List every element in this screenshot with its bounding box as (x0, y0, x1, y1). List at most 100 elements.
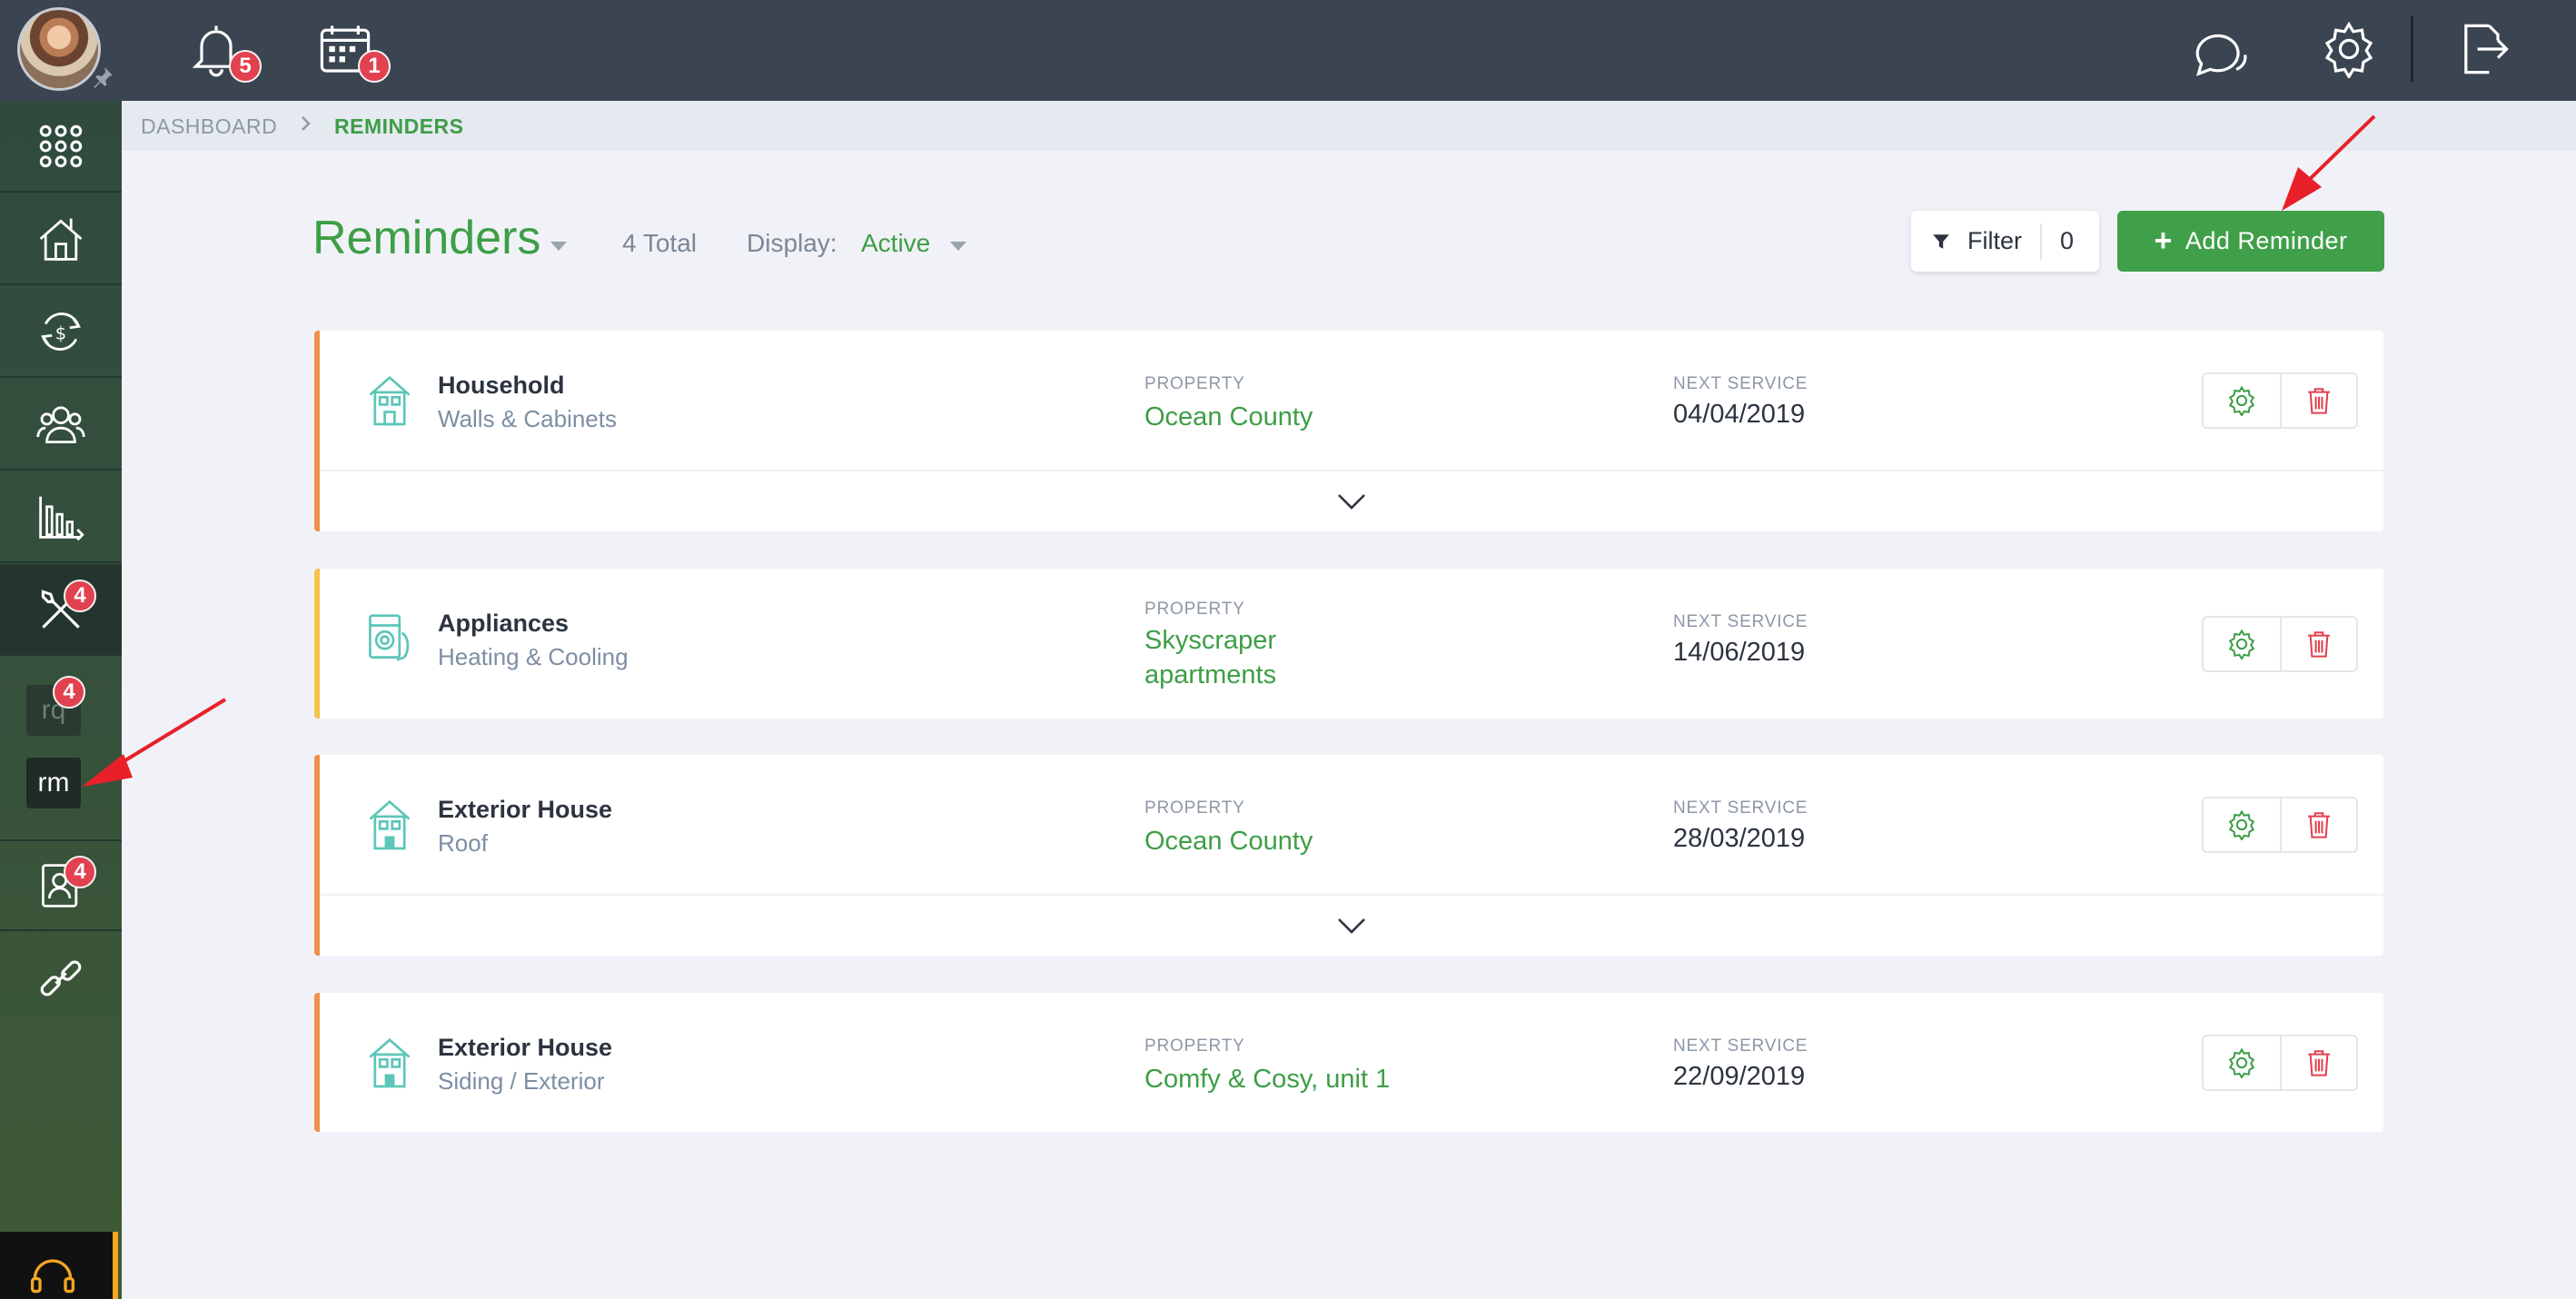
next-service-label: NEXT SERVICE (1673, 798, 1808, 818)
total-count: 4 Total (622, 229, 697, 257)
notifications-badge: 5 (229, 50, 262, 83)
settings-button[interactable] (2204, 618, 2280, 670)
reminder-actions (2202, 372, 2358, 429)
trash-icon (2308, 388, 2330, 414)
property-link[interactable]: Ocean County (1144, 824, 1381, 858)
display-caret-icon[interactable] (948, 240, 968, 253)
house-icon (39, 218, 83, 261)
next-service-label: NEXT SERVICE (1673, 1036, 1808, 1056)
nav-properties[interactable] (0, 193, 122, 285)
pin-icon[interactable] (91, 65, 114, 89)
delete-button[interactable] (2279, 1036, 2356, 1089)
nav-sub-rm[interactable]: rm (26, 758, 81, 808)
title-caret-icon[interactable] (549, 240, 569, 253)
maintenance-badge: 4 (64, 580, 96, 612)
page-title[interactable]: Reminders (312, 211, 540, 265)
logout-icon[interactable] (2454, 20, 2512, 78)
people-icon (36, 405, 85, 443)
reminder-card[interactable]: Exterior House Roof PROPERTY Ocean Count… (314, 755, 2383, 956)
reminder-actions (2202, 797, 2358, 853)
next-service-label: NEXT SERVICE (1673, 374, 1808, 393)
nav-links[interactable] (0, 932, 122, 1024)
expand-toggle[interactable] (320, 894, 2383, 956)
tenants-badge: 4 (64, 856, 96, 888)
filter-icon (1933, 233, 1949, 249)
reminder-title: Appliances (438, 610, 570, 637)
chevron-down-icon (1338, 918, 1365, 934)
next-service-date: 22/09/2019 (1673, 1062, 1806, 1091)
breadcrumb: DASHBOARD REMINDERS (122, 101, 2576, 151)
breadcrumb-reminders: REMINDERS (334, 114, 464, 138)
nav-tenants[interactable]: 4 (0, 839, 122, 931)
reminder-actions (2202, 616, 2358, 672)
recurring-payment-icon: $ (41, 312, 81, 351)
reminder-title: Exterior House (438, 1034, 613, 1061)
next-service-date: 14/06/2019 (1673, 638, 1806, 667)
delete-button[interactable] (2279, 618, 2356, 670)
link-icon (40, 960, 82, 996)
appliance-icon (369, 614, 410, 661)
reminder-title: Household (438, 372, 565, 399)
avatar-cell (0, 0, 122, 101)
gear-icon (2228, 1047, 2255, 1078)
trash-icon (2308, 1050, 2330, 1076)
reminder-card[interactable]: Appliances Heating & Cooling PROPERTY Sk… (314, 569, 2383, 719)
property-label: PROPERTY (1144, 374, 1245, 393)
property-label: PROPERTY (1144, 600, 1245, 619)
filter-label: Filter (1967, 227, 2022, 254)
property-label: PROPERTY (1144, 1036, 1245, 1056)
avatar[interactable] (17, 7, 101, 91)
bar-chart-icon (39, 496, 84, 540)
nav-maintenance[interactable]: 4 (0, 564, 122, 656)
delete-button[interactable] (2279, 798, 2356, 851)
top-bar: 5 1 (122, 0, 2576, 101)
reminder-card[interactable]: Exterior House Siding / Exterior PROPERT… (314, 993, 2383, 1132)
reminder-card[interactable]: Household Walls & Cabinets PROPERTY Ocea… (314, 331, 2383, 531)
settings-button[interactable] (2204, 374, 2280, 427)
topbar-divider (2411, 16, 2413, 82)
display-select[interactable]: Active (861, 229, 930, 258)
reminder-subtitle: Roof (438, 829, 488, 857)
property-label: PROPERTY (1144, 798, 1245, 818)
reminder-subtitle: Siding / Exterior (438, 1067, 605, 1095)
delete-button[interactable] (2279, 374, 2356, 427)
reminder-subtitle: Heating & Cooling (438, 643, 629, 670)
filter-divider (2040, 223, 2042, 260)
filter-button[interactable]: Filter 0 (1911, 211, 2099, 272)
property-link[interactable]: Comfy & Cosy, unit 1 (1144, 1062, 1508, 1096)
breadcrumb-dashboard[interactable]: DASHBOARD (141, 114, 277, 139)
rq-badge: 4 (53, 676, 85, 709)
settings-button[interactable] (2204, 798, 2280, 851)
display-label: Display: (747, 229, 837, 257)
support-button[interactable] (0, 1232, 118, 1299)
property-link[interactable]: Skyscraper apartments (1144, 623, 1381, 692)
plus-icon: + (2154, 223, 2173, 258)
nav-reports[interactable] (0, 471, 122, 563)
headset-icon (30, 1259, 75, 1294)
chat-icon[interactable] (2193, 20, 2251, 78)
exterior-house-icon (369, 799, 411, 850)
reminder-title: Exterior House (438, 796, 613, 823)
add-reminder-button[interactable]: + Add Reminder (2117, 211, 2384, 272)
chevron-down-icon (1338, 494, 1365, 510)
next-service-date: 04/04/2019 (1673, 400, 1806, 429)
calendar-badge: 1 (358, 50, 391, 83)
reminder-subtitle: Walls & Cabinets (438, 405, 617, 432)
apps-grid-icon (39, 124, 83, 167)
nav-contacts[interactable] (0, 379, 122, 471)
nav-apps[interactable] (0, 101, 122, 193)
next-service-label: NEXT SERVICE (1673, 612, 1808, 631)
sidebar: $ 4 rq 4 rm 4 (0, 0, 122, 1299)
add-reminder-label: Add Reminder (2185, 227, 2348, 254)
expand-toggle[interactable] (320, 470, 2383, 531)
filter-count: 0 (2060, 227, 2075, 254)
next-service-date: 28/03/2019 (1673, 824, 1806, 853)
svg-text:$: $ (55, 322, 66, 343)
gear-icon[interactable] (2320, 20, 2378, 78)
trash-icon (2308, 631, 2330, 658)
property-link[interactable]: Ocean County (1144, 400, 1381, 434)
gear-icon (2228, 629, 2255, 659)
chevron-right-icon (302, 116, 311, 131)
nav-payments[interactable]: $ (0, 286, 122, 378)
settings-button[interactable] (2204, 1036, 2280, 1089)
